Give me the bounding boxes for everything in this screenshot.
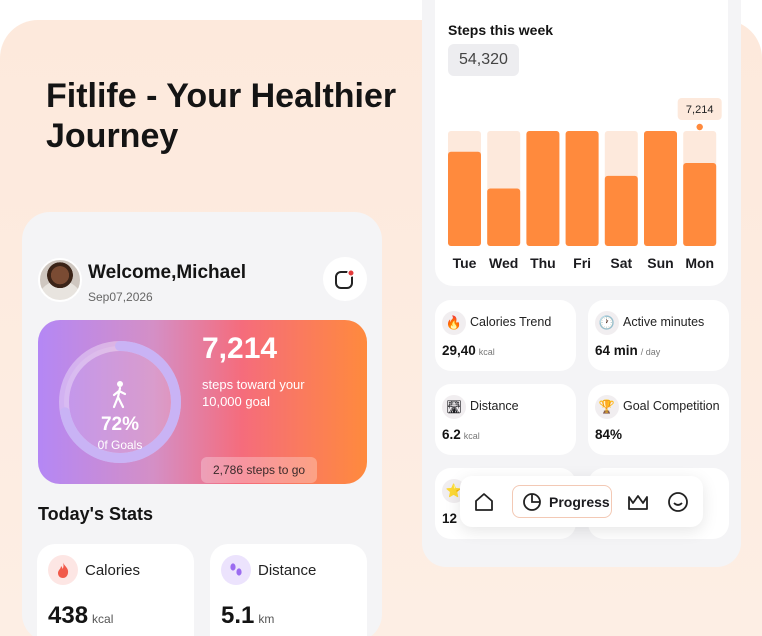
- goal-percent-label: 0f Goals: [97, 438, 143, 452]
- bar-fri[interactable]: [565, 131, 599, 246]
- weekly-steps-total: 54,320: [448, 44, 519, 76]
- stat-value: 438 kcal: [48, 602, 113, 630]
- metric-unit: kcal: [478, 347, 495, 357]
- bar-tooltip-label: 7,214: [686, 104, 714, 116]
- bottom-navigation: Progress: [460, 476, 703, 527]
- metric-number: 6.2: [442, 427, 461, 442]
- stat-label: Calories: [85, 562, 141, 579]
- footprints-icon: [221, 555, 251, 585]
- metric-unit: / day: [640, 347, 661, 357]
- metric-number: 29,40: [442, 343, 476, 358]
- page-headline: Fitlife - Your Healthier Journey: [46, 77, 397, 155]
- clock-icon: 🕐: [595, 311, 619, 335]
- chart-title: Steps this week: [448, 22, 554, 38]
- metric-value: 12: [442, 511, 457, 526]
- home-screen: Welcome,Michael Sep07,2026 72% 0f Goals …: [22, 212, 382, 636]
- stat-label: Distance: [258, 562, 317, 579]
- metric-label: Distance: [470, 399, 519, 413]
- current-date: Sep07,2026: [88, 290, 153, 304]
- metric-value: 64 min / day: [595, 343, 660, 358]
- goal-competition-card[interactable]: 🏆 Goal Competition 84%: [588, 384, 729, 455]
- x-tick-label: Wed: [489, 255, 518, 271]
- walking-icon: [112, 381, 127, 409]
- flame-icon: [48, 555, 78, 585]
- stat-number: 5.1: [221, 602, 255, 629]
- stat-unit: kcal: [92, 612, 114, 626]
- x-tick-label: Sun: [647, 255, 673, 271]
- stat-number: 438: [48, 602, 89, 629]
- x-tick-label: Tue: [453, 255, 477, 271]
- welcome-text: Welcome,Michael: [88, 262, 247, 283]
- calories-stat-card[interactable]: Calories 438 kcal: [37, 544, 194, 636]
- home-icon[interactable]: [472, 490, 496, 514]
- distance-stat-card[interactable]: Distance 5.1 km: [210, 544, 367, 636]
- flame-icon: 🔥: [442, 311, 466, 335]
- calories-trend-card[interactable]: 🔥 Calories Trend 29,40 kcal: [435, 300, 576, 371]
- trophy-icon: 🏆: [595, 395, 619, 419]
- active-minutes-card[interactable]: 🕐 Active minutes 64 min / day: [588, 300, 729, 371]
- weekly-steps-chart: Tue Wed Thu Fri Sat Sun Mon 7,214: [448, 98, 722, 271]
- crown-icon[interactable]: [626, 490, 650, 514]
- bar-mon[interactable]: [683, 163, 717, 246]
- bar-tue[interactable]: [448, 151, 481, 246]
- bar-thu[interactable]: [526, 131, 560, 246]
- metric-label: Goal Competition: [623, 399, 720, 413]
- metric-value: 6.2 kcal: [442, 427, 480, 442]
- metric-number: 64 min: [595, 343, 638, 358]
- notification-bell-icon: [335, 269, 355, 289]
- metric-number: 84%: [595, 427, 623, 442]
- todays-stats-title: Today's Stats: [38, 504, 153, 524]
- bar-wed[interactable]: [487, 188, 521, 247]
- metric-label: Calories Trend: [470, 315, 552, 329]
- stat-value: 5.1 km: [221, 602, 274, 630]
- bar-sat[interactable]: [604, 175, 638, 246]
- road-icon: 🛣: [442, 395, 466, 419]
- metric-value: 84%: [595, 427, 622, 442]
- steps-description: steps toward your 10,000 goal: [202, 377, 305, 409]
- stat-unit: km: [258, 612, 275, 626]
- bar-highlight-dot: [696, 123, 703, 131]
- avatar[interactable]: [38, 258, 82, 302]
- daily-goal-card[interactable]: 72% 0f Goals 7,214 steps toward your 10,…: [38, 320, 367, 484]
- x-tick-label: Fri: [573, 255, 591, 271]
- x-tick-label: Thu: [530, 255, 556, 271]
- steps-remaining-badge: 2,786 steps to go: [201, 457, 318, 483]
- distance-card[interactable]: 🛣 Distance 6.2 kcal: [435, 384, 576, 455]
- bar-sun[interactable]: [644, 131, 677, 246]
- goal-percent: 72%: [100, 414, 140, 435]
- x-tick-label: Mon: [685, 255, 714, 271]
- x-tick-label: Sat: [610, 255, 632, 271]
- progress-icon: [523, 493, 541, 511]
- progress-tab-label: Progress: [549, 494, 610, 510]
- smile-icon[interactable]: [666, 490, 690, 514]
- steps-count: 7,214: [202, 332, 278, 365]
- metric-number: 12: [442, 511, 458, 526]
- progress-tab[interactable]: Progress: [512, 485, 612, 518]
- metric-value: 29,40 kcal: [442, 343, 495, 358]
- goal-progress-ring: 72% 0f Goals: [56, 338, 184, 466]
- weekly-steps-card: Steps this week 54,320 Tue Wed Thu Fri Sat Su…: [435, 0, 728, 286]
- metric-label: Active minutes: [623, 315, 705, 329]
- metric-unit: kcal: [463, 431, 480, 441]
- notification-button[interactable]: [323, 257, 367, 301]
